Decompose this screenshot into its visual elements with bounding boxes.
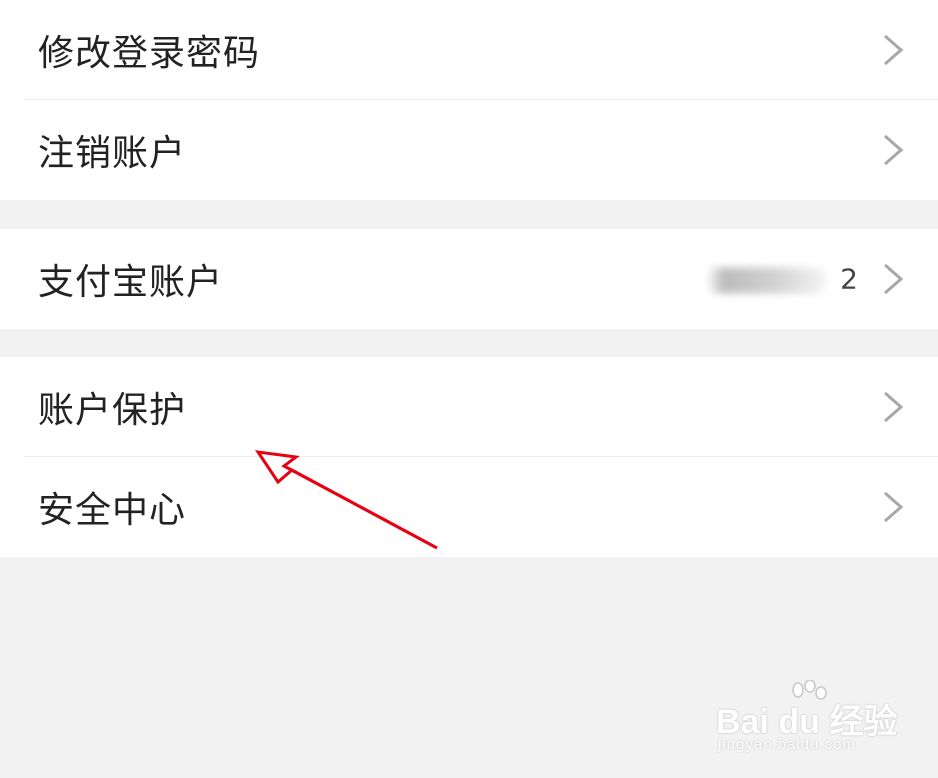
settings-item-cancel-account[interactable]: 注销账户 [24,100,938,200]
blurred-account-mask [706,267,827,294]
chevron-right-icon [884,134,904,166]
baidu-jingyan-watermark: Bai du 经验 jingyan.baidu.com [716,680,897,760]
settings-item-label: 修改登录密码 [38,32,261,74]
account-value-suffix: 2 [840,262,858,296]
chevron-right-icon [884,391,904,422]
settings-group-2: 支付宝账户 2 [0,229,938,329]
settings-item-label: 账户保护 [38,389,187,431]
settings-item-change-password[interactable]: 修改登录密码 [24,0,938,100]
chevron-right-icon [884,263,904,295]
settings-item-label: 注销账户 [38,133,187,174]
settings-item-alipay-account[interactable]: 支付宝账户 2 [24,229,938,329]
settings-item-label: 支付宝账户 [38,262,224,303]
settings-item-label: 安全中心 [38,490,187,531]
watermark-url: jingyan.baidu.com [718,736,856,753]
settings-group-3: 账户保护 安全中心 [0,357,938,557]
chevron-right-icon [884,491,904,523]
settings-group-1: 修改登录密码 注销账户 [0,0,938,200]
chevron-right-icon [884,34,904,65]
alipay-account-value: 2 [706,263,858,296]
settings-item-security-center[interactable]: 安全中心 [24,457,938,557]
settings-item-account-protection[interactable]: 账户保护 [24,357,938,457]
baidu-paw-icon [792,680,827,700]
